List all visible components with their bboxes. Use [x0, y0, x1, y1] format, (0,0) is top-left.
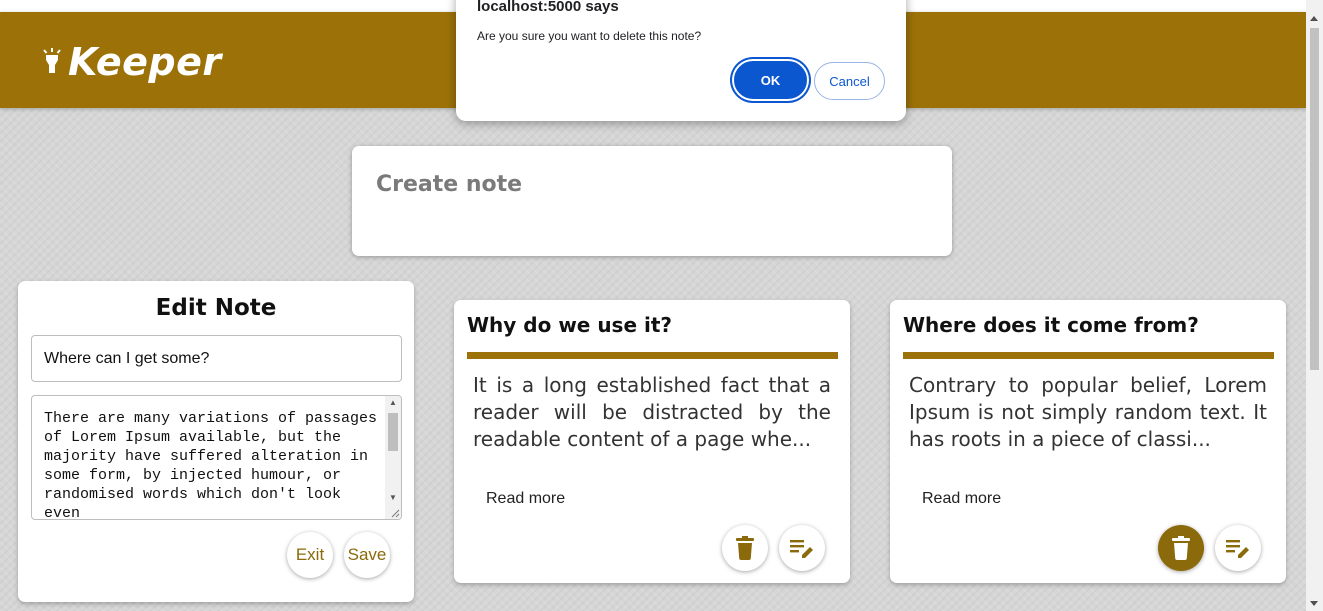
dialog-message: Are you sure you want to delete this not… [477, 29, 702, 43]
edit-note-card: Edit Note There are many variations of p… [18, 281, 414, 602]
note-divider [903, 352, 1274, 359]
confirm-dialog: localhost:5000 says Are you sure you wan… [456, 0, 906, 121]
note-excerpt: It is a long established fact that a rea… [473, 373, 831, 451]
edit-title-input[interactable] [31, 335, 402, 382]
edit-button[interactable] [779, 525, 825, 571]
note-title: Why do we use it? [467, 313, 673, 337]
edit-body-text[interactable]: There are many variations of passages of… [44, 409, 379, 519]
note-card: Where does it come from? Contrary to pop… [890, 300, 1286, 583]
dialog-origin: localhost:5000 says [477, 0, 619, 15]
save-button[interactable]: Save [344, 532, 390, 578]
create-note-area[interactable] [352, 146, 952, 256]
delete-button[interactable] [1158, 525, 1204, 571]
page-scroll-thumb[interactable] [1310, 28, 1319, 370]
edit-button[interactable] [1215, 525, 1261, 571]
note-title: Where does it come from? [903, 313, 1199, 337]
textarea-scroll-thumb[interactable] [388, 413, 398, 451]
app-title: Keeper [68, 40, 222, 84]
scroll-up-arrow-icon[interactable]: ▲ [385, 396, 401, 410]
bulb-icon [43, 48, 61, 73]
ok-button[interactable]: OK [734, 61, 807, 99]
note-card: Why do we use it? It is a long establish… [454, 300, 850, 583]
textarea-scrollbar[interactable]: ▲ ▼ [385, 396, 401, 519]
edit-note-icon [790, 540, 813, 558]
trash-icon [1172, 536, 1190, 560]
note-excerpt: Contrary to popular belief, Lorem Ipsum … [909, 373, 1267, 451]
edit-body-textarea[interactable]: There are many variations of passages of… [31, 395, 402, 520]
create-note-input[interactable] [376, 166, 916, 202]
scroll-down-arrow-icon[interactable] [1310, 601, 1318, 606]
resize-handle-icon[interactable] [390, 508, 400, 518]
scroll-down-arrow-icon[interactable]: ▼ [385, 491, 401, 505]
scroll-up-arrow-icon[interactable] [1310, 16, 1318, 21]
page-scrollbar[interactable] [1306, 0, 1323, 611]
cancel-button[interactable]: Cancel [814, 62, 885, 100]
exit-button[interactable]: Exit [287, 532, 333, 578]
read-more-link[interactable]: Read more [486, 490, 565, 508]
note-divider [467, 352, 838, 359]
delete-button[interactable] [722, 525, 768, 571]
read-more-link[interactable]: Read more [922, 490, 1001, 508]
edit-note-icon [1226, 540, 1249, 558]
trash-icon [736, 536, 754, 560]
edit-note-heading: Edit Note [155, 295, 277, 321]
app-logo: Keeper [40, 40, 222, 84]
